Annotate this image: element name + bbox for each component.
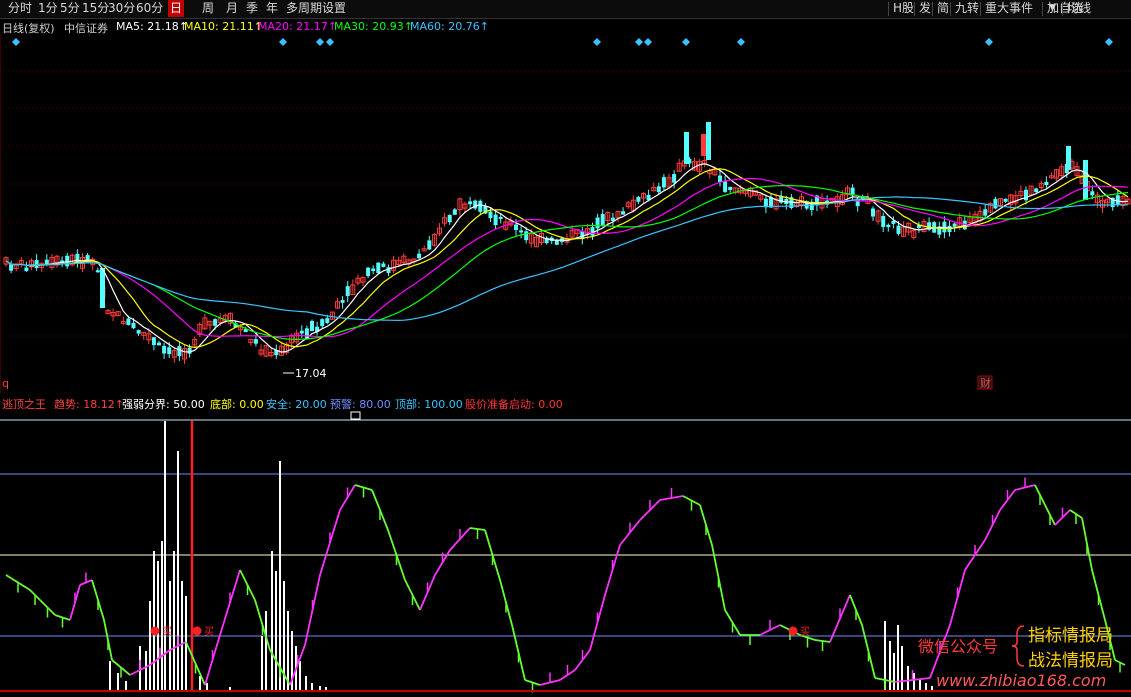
diamond-icon bbox=[1105, 38, 1113, 46]
diamond-icon bbox=[326, 38, 334, 46]
indicator-bars bbox=[109, 421, 933, 691]
tab-period-8[interactable]: 月 bbox=[224, 0, 240, 17]
diamond-icon bbox=[635, 38, 643, 46]
tab-period-1[interactable]: 1分 bbox=[36, 0, 60, 17]
watermark-url: www.zhibiao168.com bbox=[936, 671, 1107, 690]
toolbar-separator bbox=[932, 2, 933, 16]
signal-diamonds bbox=[12, 38, 1113, 46]
ma20-value: MA20: 21.17↑ bbox=[258, 20, 337, 33]
ma-lines bbox=[5, 163, 1129, 353]
tab-period-12[interactable]: 设置 bbox=[320, 0, 348, 17]
diamond-icon bbox=[644, 38, 652, 46]
toolbar-separator bbox=[1042, 2, 1043, 16]
diamond-icon bbox=[682, 38, 690, 46]
ma60-value: MA60: 20.76↑ bbox=[410, 20, 489, 33]
candlesticks bbox=[3, 122, 1131, 364]
tab-period-10[interactable]: 年 bbox=[264, 0, 280, 17]
tab-right-3[interactable]: 九转 bbox=[953, 0, 981, 17]
buy-label: 买 bbox=[800, 626, 810, 638]
toolbar-separator bbox=[1062, 2, 1063, 16]
collapse-toggle[interactable] bbox=[350, 411, 361, 420]
diamond-icon bbox=[985, 38, 993, 46]
period-toolbar: 分时 1分 5分 15分 30分 60分日周月季年多周期 设置 H股发简九转 重大事件 加自选 均线… bbox=[0, 0, 1131, 19]
tab-period-6[interactable]: 日 bbox=[168, 0, 185, 17]
finance-badge: 财 bbox=[980, 376, 991, 390]
watermark-line2: 战法情报局 bbox=[1028, 651, 1113, 671]
toolbar-separator bbox=[950, 2, 951, 16]
price-chart[interactable]: 17.04 q 财 bbox=[0, 34, 1131, 394]
low-price-label: 17.04 bbox=[295, 367, 327, 380]
tab-right-4[interactable]: 重大事件 bbox=[983, 0, 1035, 17]
tab-period-9[interactable]: 季 bbox=[244, 0, 260, 17]
watermark-line1: 指标情报局 bbox=[1028, 626, 1113, 646]
tab-right-2[interactable]: 简 bbox=[935, 0, 951, 17]
tab-period-5[interactable]: 60分 bbox=[134, 0, 165, 17]
diamond-icon bbox=[593, 38, 601, 46]
buy-dot-icon bbox=[192, 626, 202, 636]
price-info-line: 日线(复权) 中信证券 MA5: 21.18↑ MA10: 21.11↑ MA2… bbox=[0, 18, 1131, 35]
buy-label: 买 bbox=[204, 626, 214, 638]
tab-period-11[interactable]: 多周期 bbox=[284, 0, 324, 17]
tab-right-0[interactable]: H股 bbox=[891, 0, 916, 17]
toolbar-separator bbox=[914, 2, 915, 16]
diamond-icon bbox=[316, 38, 324, 46]
tab-right-6[interactable]: 均线 bbox=[1065, 0, 1093, 17]
buy-label: 买 bbox=[162, 626, 172, 638]
buy-dot-icon bbox=[788, 626, 798, 636]
buy-dot-icon bbox=[150, 626, 160, 636]
low-price-marker: 17.04 bbox=[283, 367, 327, 380]
ma5-value: MA5: 21.18↑ bbox=[116, 20, 188, 33]
watermark-wechat: 微信公众号 bbox=[918, 637, 999, 656]
toolbar-separator bbox=[888, 2, 889, 16]
brace-icon bbox=[1011, 625, 1025, 667]
diamond-icon bbox=[12, 38, 20, 46]
toolbar-separator bbox=[980, 2, 981, 16]
ma10-value: MA10: 21.11↑ bbox=[184, 20, 263, 33]
dropdown-arrow-icon[interactable]: ▼ bbox=[1047, 0, 1058, 17]
tab-period-0[interactable]: 分时 bbox=[6, 0, 34, 17]
tab-period-4[interactable]: 30分 bbox=[106, 0, 137, 17]
diamond-icon bbox=[737, 38, 745, 46]
tab-period-2[interactable]: 5分 bbox=[58, 0, 82, 17]
diamond-icon bbox=[279, 38, 287, 46]
tab-right-1[interactable]: 发 bbox=[917, 0, 933, 17]
tab-period-7[interactable]: 周 bbox=[200, 0, 216, 17]
price-grid bbox=[0, 34, 1131, 394]
ma30-value: MA30: 20.93↑ bbox=[334, 20, 413, 33]
indicator-legend: 逃顶之王 趋势: 18.12↑ 强弱分界: 50.00 底部: 0.00 安全:… bbox=[0, 394, 1131, 411]
q-badge: q bbox=[2, 377, 9, 390]
